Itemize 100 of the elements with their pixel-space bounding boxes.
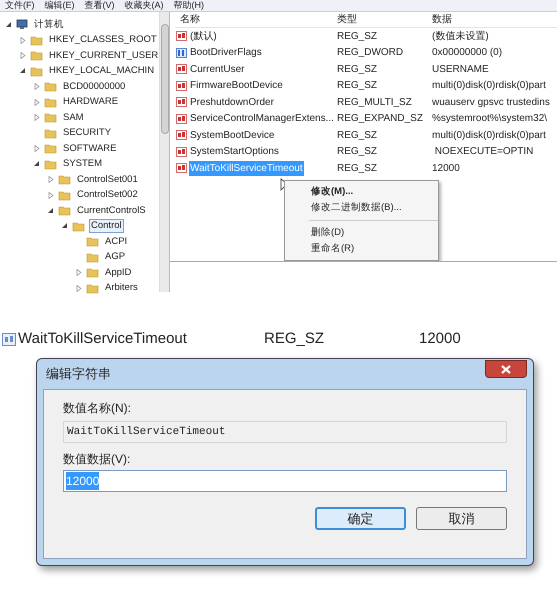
string-value-icon [176, 64, 187, 74]
dialog-button[interactable]: 取消 [416, 507, 507, 530]
menu-item[interactable]: 帮助(H) [174, 0, 204, 11]
value-name-label: 数值名称(N): [63, 400, 132, 416]
tree-item[interactable]: CurrentControlS [75, 204, 148, 217]
string-value-icon [176, 114, 187, 124]
string-value-icon [176, 97, 187, 108]
folder-icon [44, 96, 57, 108]
tree-item[interactable]: SECURITY [61, 127, 114, 140]
folder-icon [86, 252, 99, 263]
value-data: 12000 [432, 162, 461, 176]
menu-item[interactable]: 文件(F) [5, 0, 34, 11]
folder-icon [58, 190, 71, 201]
value-type: REG_MULTI_SZ [337, 96, 413, 110]
column-header[interactable]: 数据 [432, 12, 557, 27]
expanded-arrow-icon[interactable] [20, 68, 26, 74]
menu-item[interactable]: 查看(V) [84, 0, 114, 11]
context-menu-item[interactable]: 重命名(R) [285, 241, 438, 257]
string-value-icon [176, 146, 187, 157]
context-menu-item[interactable]: 修改二进制数据(B)... [285, 200, 438, 216]
collapsed-arrow-icon[interactable] [48, 192, 54, 199]
tree-item[interactable]: ACPI [103, 236, 130, 248]
tree-item[interactable]: AppID [103, 266, 134, 279]
value-type: REG_SZ [337, 62, 378, 77]
value-data: (数值未设置) [432, 30, 490, 44]
value-name[interactable]: (默认) [189, 28, 218, 44]
value-data: multi(0)disk(0)rdisk(0)part [432, 128, 547, 143]
collapsed-arrow-icon[interactable] [34, 83, 40, 90]
tree-item[interactable]: Arbiters [103, 282, 140, 294]
tree-item[interactable]: HKEY_CLASSES_ROOT [47, 34, 159, 46]
tree-item[interactable]: HARDWARE [61, 96, 120, 108]
tree-item[interactable]: Control [89, 219, 124, 234]
value-type: REG_SZ [337, 128, 378, 143]
value-type: REG_SZ [337, 145, 378, 160]
collapsed-arrow-icon[interactable] [76, 284, 82, 292]
folder-icon [44, 158, 57, 170]
value-name[interactable]: SystemStartOptions [189, 144, 280, 160]
collapsed-arrow-icon[interactable] [34, 98, 40, 106]
folder-icon [58, 174, 71, 186]
context-menu-item[interactable]: 修改(M)... [285, 184, 438, 200]
close-button[interactable] [485, 360, 527, 378]
value-type: REG_SZ [337, 30, 378, 44]
string-value-icon [176, 130, 187, 140]
collapsed-arrow-icon[interactable] [20, 36, 26, 44]
value-type: REG_DWORD [337, 46, 404, 60]
column-header[interactable]: 名称 [175, 12, 337, 27]
expanded-arrow-icon[interactable] [34, 161, 40, 168]
collapsed-arrow-icon[interactable] [48, 176, 54, 184]
value-name[interactable]: PreshutdownOrder [189, 94, 275, 110]
tree-item[interactable]: HKEY_CURRENT_USER [47, 50, 160, 62]
column-header[interactable]: 类型 [337, 12, 432, 27]
value-type: REG_SZ [264, 328, 326, 349]
computer-icon [16, 19, 28, 30]
tree-item[interactable]: SOFTWARE [61, 142, 118, 155]
value-name[interactable]: SystemBootDevice [189, 128, 276, 143]
value-name[interactable]: FirmwareBootDevice [189, 78, 284, 94]
folder-icon [86, 236, 99, 248]
tree-item[interactable]: AGP [103, 251, 128, 264]
collapsed-arrow-icon[interactable] [34, 145, 40, 152]
value-name: WaitToKillServiceTimeout [18, 328, 187, 349]
string-value-icon [176, 80, 187, 91]
context-menu-item[interactable]: 删除(D) [285, 225, 438, 241]
string-value-icon [176, 31, 187, 42]
folder-icon [44, 128, 57, 139]
tree-item[interactable]: HKEY_LOCAL_MACHIN [47, 65, 156, 78]
collapsed-arrow-icon[interactable] [76, 269, 82, 276]
menu-item[interactable]: 收藏夹(A) [124, 0, 164, 11]
expanded-arrow-icon[interactable] [48, 208, 54, 214]
close-icon [501, 364, 511, 374]
folder-icon [86, 267, 99, 278]
dialog-title: 编辑字符串 [45, 365, 111, 384]
tree-item[interactable]: SYSTEM [61, 158, 104, 170]
string-value-icon [2, 332, 16, 346]
tree-item[interactable]: BCD00000000 [61, 80, 128, 93]
expanded-arrow-icon[interactable] [62, 223, 68, 230]
collapsed-arrow-icon[interactable] [34, 114, 40, 122]
folder-icon [30, 50, 43, 62]
binary-value-icon [176, 48, 187, 58]
scrollbar[interactable] [159, 12, 169, 292]
folder-icon [86, 282, 99, 294]
folder-icon [30, 34, 43, 46]
tree-item[interactable]: ControlSet001 [75, 174, 140, 186]
expanded-arrow-icon[interactable] [6, 22, 12, 28]
value-name[interactable]: BootDriverFlags [189, 45, 263, 60]
dialog-button[interactable]: 确定 [315, 507, 406, 530]
value-data: 12000 [419, 328, 461, 349]
value-type: REG_SZ [337, 162, 378, 176]
menu-item[interactable]: 编辑(E) [44, 0, 74, 11]
tree-item[interactable]: SAM [61, 112, 86, 124]
value-name[interactable]: CurrentUser [189, 62, 246, 77]
value-data: %systemroot%\system32\ [432, 112, 548, 126]
tree-item[interactable]: ControlSet002 [75, 189, 140, 202]
value-data: wuauserv gpsvc trustedins [432, 96, 551, 110]
value-type: REG_EXPAND_SZ [337, 112, 424, 126]
collapsed-arrow-icon[interactable] [20, 52, 26, 60]
tree-item[interactable]: 计算机 [32, 18, 66, 31]
value-type: REG_SZ [337, 79, 378, 94]
value-data-label: 数值数据(V): [63, 451, 132, 467]
value-name[interactable]: ServiceControlManagerExtens... [189, 111, 335, 126]
folder-icon [44, 81, 57, 92]
